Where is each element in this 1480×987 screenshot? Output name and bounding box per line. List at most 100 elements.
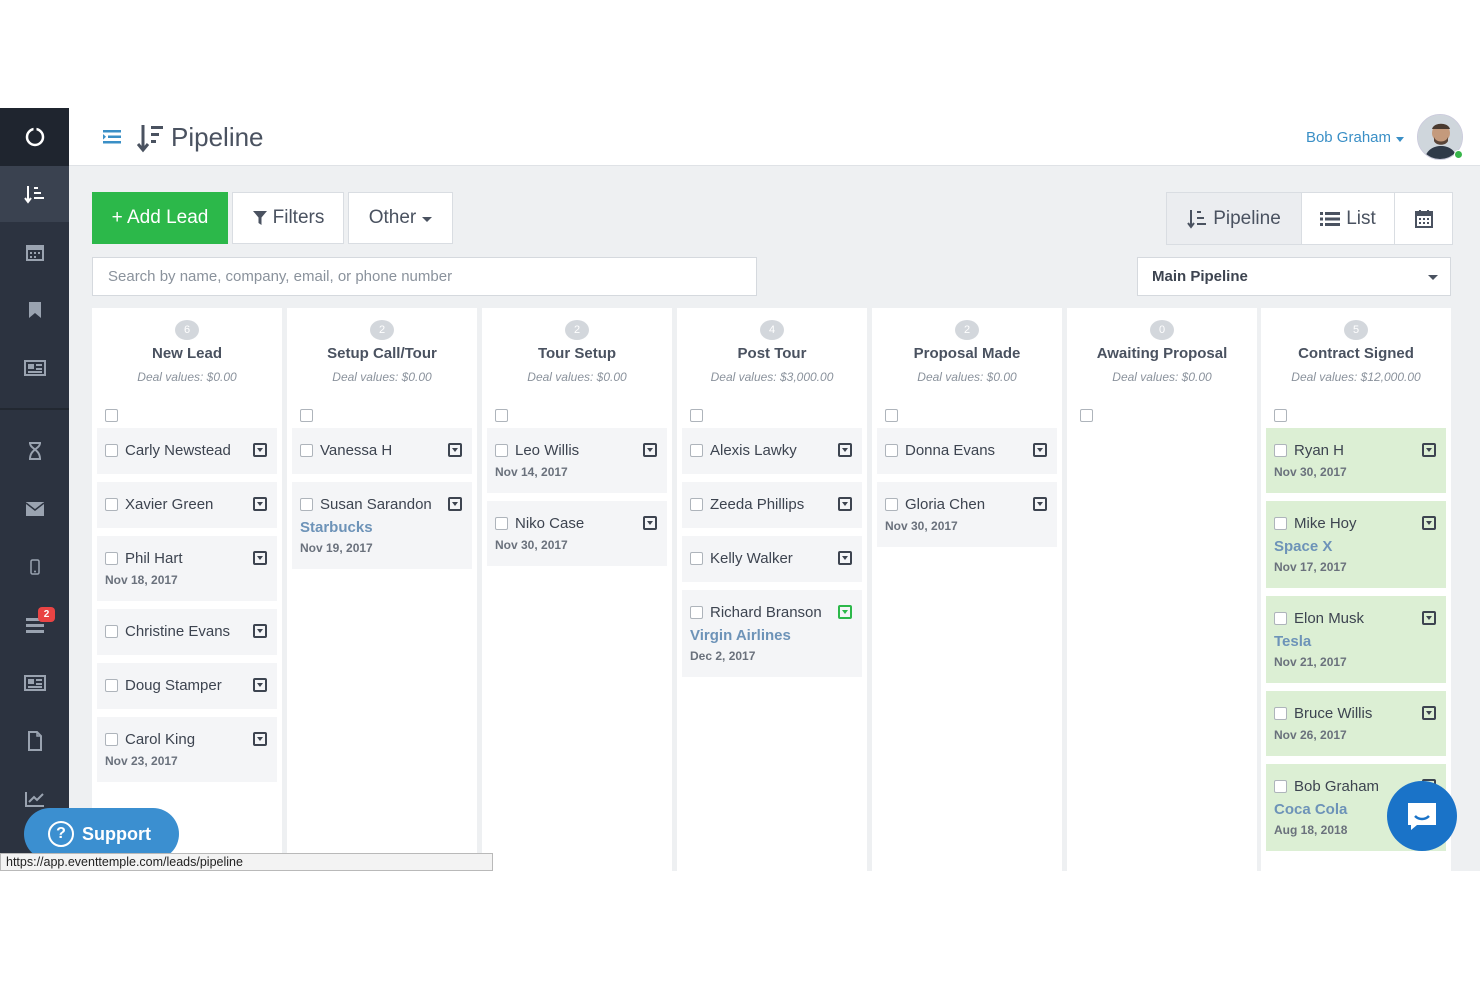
filters-button[interactable]: Filters [232,192,344,244]
lead-card[interactable]: Susan Sarandon Starbucks Nov 19, 2017 [292,482,472,569]
lead-card[interactable]: Elon Musk Tesla Nov 21, 2017 [1266,596,1446,683]
lead-name[interactable]: Ryan H [1294,442,1422,459]
lead-card[interactable]: Ryan H Nov 30, 2017 [1266,428,1446,493]
lead-name[interactable]: Carol King [125,731,253,748]
lead-company[interactable]: Starbucks [300,519,464,536]
logo-ring-icon[interactable] [0,108,69,166]
card-menu-icon[interactable] [1422,706,1436,720]
lead-card[interactable]: Leo Willis Nov 14, 2017 [487,428,667,493]
user-menu[interactable]: Bob Graham [1306,129,1391,146]
lead-company[interactable]: Virgin Airlines [690,627,854,644]
lead-name[interactable]: Leo Willis [515,442,643,459]
lead-card[interactable]: Bruce Willis Nov 26, 2017 [1266,691,1446,756]
lead-checkbox[interactable] [105,551,118,565]
lead-checkbox[interactable] [1274,443,1287,457]
lead-checkbox[interactable] [105,678,118,692]
lead-name[interactable]: Carly Newstead [125,442,253,459]
lead-card[interactable]: Alexis Lawky [682,428,862,474]
card-menu-icon[interactable] [253,624,267,638]
lead-name[interactable]: Vanessa H [320,442,448,459]
search-input[interactable] [92,257,757,296]
card-menu-icon[interactable] [1033,497,1047,511]
lead-card[interactable]: Xavier Green [97,482,277,528]
lead-name[interactable]: Phil Hart [125,550,253,567]
lead-card[interactable]: Gloria Chen Nov 30, 2017 [877,482,1057,547]
newspaper-icon[interactable] [0,340,69,396]
hourglass-icon[interactable] [0,423,69,479]
card-menu-icon[interactable] [253,678,267,692]
lead-card[interactable]: Donna Evans [877,428,1057,474]
card-menu-icon[interactable] [838,551,852,565]
lead-checkbox[interactable] [1274,706,1287,720]
chevron-down-icon[interactable] [1396,137,1404,142]
lead-checkbox[interactable] [885,443,898,457]
lead-card[interactable]: Carol King Nov 23, 2017 [97,717,277,782]
card-menu-icon[interactable] [643,443,657,457]
lead-name[interactable]: Zeeda Phillips [710,496,838,513]
lead-checkbox[interactable] [690,443,703,457]
lead-checkbox[interactable] [300,443,313,457]
menu-toggle-icon[interactable] [103,130,121,149]
lead-checkbox[interactable] [1274,516,1287,530]
card-menu-icon[interactable] [253,497,267,511]
select-all-checkbox[interactable] [1274,409,1287,422]
select-all-checkbox[interactable] [1080,409,1093,422]
lead-checkbox[interactable] [1274,611,1287,625]
select-all-checkbox[interactable] [885,409,898,422]
chat-launcher-icon[interactable] [1387,781,1457,851]
lead-card[interactable]: Carly Newstead [97,428,277,474]
lead-checkbox[interactable] [690,497,703,511]
card-menu-icon[interactable] [1422,516,1436,530]
card-menu-icon[interactable] [1033,443,1047,457]
select-all-checkbox[interactable] [495,409,508,422]
pipeline-icon[interactable] [0,166,69,222]
lead-checkbox[interactable] [495,443,508,457]
lead-name[interactable]: Christine Evans [125,623,253,640]
envelope-icon[interactable] [0,481,69,537]
lead-name[interactable]: Kelly Walker [710,550,838,567]
newspaper-icon[interactable] [0,655,69,711]
document-icon[interactable] [0,713,69,769]
lead-checkbox[interactable] [105,624,118,638]
lead-name[interactable]: Doug Stamper [125,677,253,694]
bookmark-icon[interactable] [0,282,69,338]
lead-checkbox[interactable] [105,732,118,746]
pipeline-select[interactable]: Main Pipeline [1137,257,1451,296]
lead-company[interactable]: Space X [1274,538,1438,555]
lead-checkbox[interactable] [1274,779,1287,793]
card-menu-icon[interactable] [253,732,267,746]
lead-card[interactable]: Doug Stamper [97,663,277,709]
card-menu-icon[interactable] [448,497,462,511]
lead-checkbox[interactable] [495,516,508,530]
card-menu-icon[interactable] [643,516,657,530]
card-menu-icon[interactable] [838,497,852,511]
view-pipeline-button[interactable]: Pipeline [1167,193,1302,244]
lead-name[interactable]: Richard Branson [710,604,838,621]
lead-checkbox[interactable] [690,551,703,565]
lead-checkbox[interactable] [105,443,118,457]
add-lead-button[interactable]: + Add Lead [92,192,228,244]
lead-card[interactable]: Zeeda Phillips [682,482,862,528]
tasks-icon[interactable]: 2 [0,597,69,653]
lead-name[interactable]: Bruce Willis [1294,705,1422,722]
lead-name[interactable]: Niko Case [515,515,643,532]
card-menu-icon[interactable] [253,443,267,457]
lead-card[interactable]: Niko Case Nov 30, 2017 [487,501,667,566]
lead-card[interactable]: Vanessa H [292,428,472,474]
lead-name[interactable]: Donna Evans [905,442,1033,459]
lead-company[interactable]: Tesla [1274,633,1438,650]
lead-checkbox[interactable] [690,605,703,619]
lead-checkbox[interactable] [885,497,898,511]
lead-name[interactable]: Gloria Chen [905,496,1033,513]
card-menu-icon[interactable] [1422,443,1436,457]
lead-name[interactable]: Alexis Lawky [710,442,838,459]
mobile-icon[interactable] [0,539,69,595]
lead-name[interactable]: Xavier Green [125,496,253,513]
lead-card[interactable]: Kelly Walker [682,536,862,582]
other-dropdown-button[interactable]: Other [348,192,453,244]
select-all-checkbox[interactable] [300,409,313,422]
calendar-icon[interactable] [0,224,69,280]
card-menu-icon[interactable] [838,443,852,457]
lead-checkbox[interactable] [300,497,313,511]
select-all-checkbox[interactable] [690,409,703,422]
